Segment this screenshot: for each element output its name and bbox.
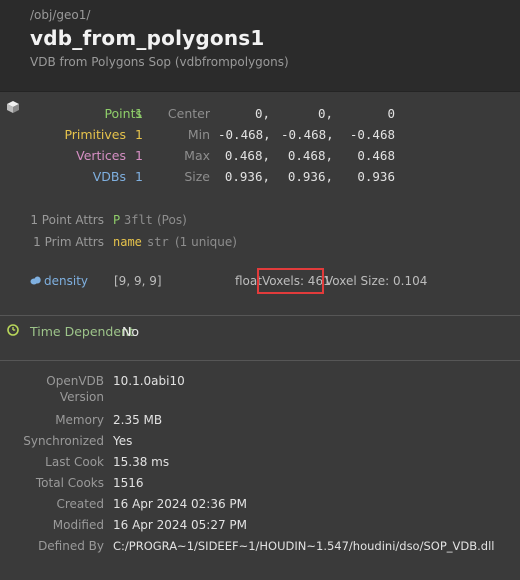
total-cooks-label: Total Cooks: [35, 476, 104, 490]
modified-value: 16 Apr 2024 05:27 PM: [113, 518, 247, 532]
time-dependent-value: No: [122, 324, 139, 339]
bbox-min-label: Min: [187, 127, 210, 142]
defined-by-value: C:/PROGRA~1/SIDEEF~1/HOUDIN~1.547/houdin…: [113, 539, 495, 553]
openvdb-version-label: OpenVDB: [46, 374, 104, 388]
synchronized-label: Synchronized: [23, 434, 104, 448]
primitives-label: Primitives: [64, 127, 126, 142]
vdbs-label: VDBs: [92, 169, 126, 184]
vdbs-count: 1: [135, 169, 143, 184]
bbox-size-z: 0.936: [357, 169, 395, 184]
point-attr-name: P: [113, 213, 121, 227]
synchronized-value: Yes: [113, 434, 133, 448]
prim-attr-note: (1 unique): [175, 235, 237, 249]
volume-name: density: [44, 274, 88, 288]
memory-label: Memory: [55, 413, 104, 427]
bbox-max-y: 0.468,: [287, 148, 333, 163]
bbox-min-z: -0.468: [349, 127, 395, 142]
section-divider: [0, 315, 520, 316]
points-label: Points: [104, 106, 142, 121]
node-type-subtitle: VDB from Polygons Sop (vdbfrompolygons): [30, 55, 289, 69]
defined-by-label: Defined By: [38, 539, 104, 553]
created-value: 16 Apr 2024 02:36 PM: [113, 497, 247, 511]
prim-attr-name: name: [113, 235, 142, 249]
primitives-count: 1: [135, 127, 143, 142]
vertices-label: Vertices: [76, 148, 126, 163]
node-path[interactable]: /obj/geo1/: [30, 8, 90, 22]
point-attr-type: 3flt: [124, 213, 153, 227]
modified-label: Modified: [52, 518, 104, 532]
bbox-size-x: 0.936,: [224, 169, 270, 184]
point-attrs-label: 1 Point Attrs: [30, 213, 104, 227]
created-label: Created: [56, 497, 105, 511]
bbox-center-x: 0,: [254, 106, 270, 121]
time-dependent-label: Time Dependent: [30, 324, 134, 339]
point-attr-note: (Pos): [157, 213, 187, 227]
node-title: vdb_from_polygons1: [30, 26, 265, 50]
bbox-max-z: 0.468: [357, 148, 395, 163]
openvdb-version-label-2: Version: [59, 390, 104, 404]
points-count: 1: [135, 106, 143, 121]
bbox-center-z: 0: [387, 106, 395, 121]
clock-icon: [7, 324, 19, 336]
voxel-size: Voxel Size: 0.104: [325, 274, 428, 288]
bbox-center-y: 0,: [317, 106, 333, 121]
last-cook-value: 15.38 ms: [113, 455, 170, 469]
bbox-size-label: Size: [184, 169, 210, 184]
last-cook-label: Last Cook: [45, 455, 104, 469]
volume-resolution: [9, 9, 9]: [114, 274, 162, 288]
voxel-count-highlight: [257, 268, 324, 294]
bbox-size-y: 0.936,: [287, 169, 333, 184]
total-cooks-value: 1516: [113, 476, 144, 490]
vertices-count: 1: [135, 148, 143, 163]
section-divider: [0, 360, 520, 361]
prim-attrs-label: 1 Prim Attrs: [33, 235, 104, 249]
node-header: /obj/geo1/ vdb_from_polygons1 VDB from P…: [0, 0, 520, 92]
bbox-max-label: Max: [184, 148, 210, 163]
bbox-center-label: Center: [167, 106, 210, 121]
bbox-min-x: -0.468,: [218, 127, 271, 142]
bbox-max-x: 0.468,: [224, 148, 270, 163]
volume-icon: [30, 276, 41, 285]
bbox-min-y: -0.468,: [281, 127, 334, 142]
prim-attr-type: str: [147, 235, 169, 249]
openvdb-version-value: 10.1.0abi10: [113, 374, 185, 388]
memory-value: 2.35 MB: [113, 413, 163, 427]
